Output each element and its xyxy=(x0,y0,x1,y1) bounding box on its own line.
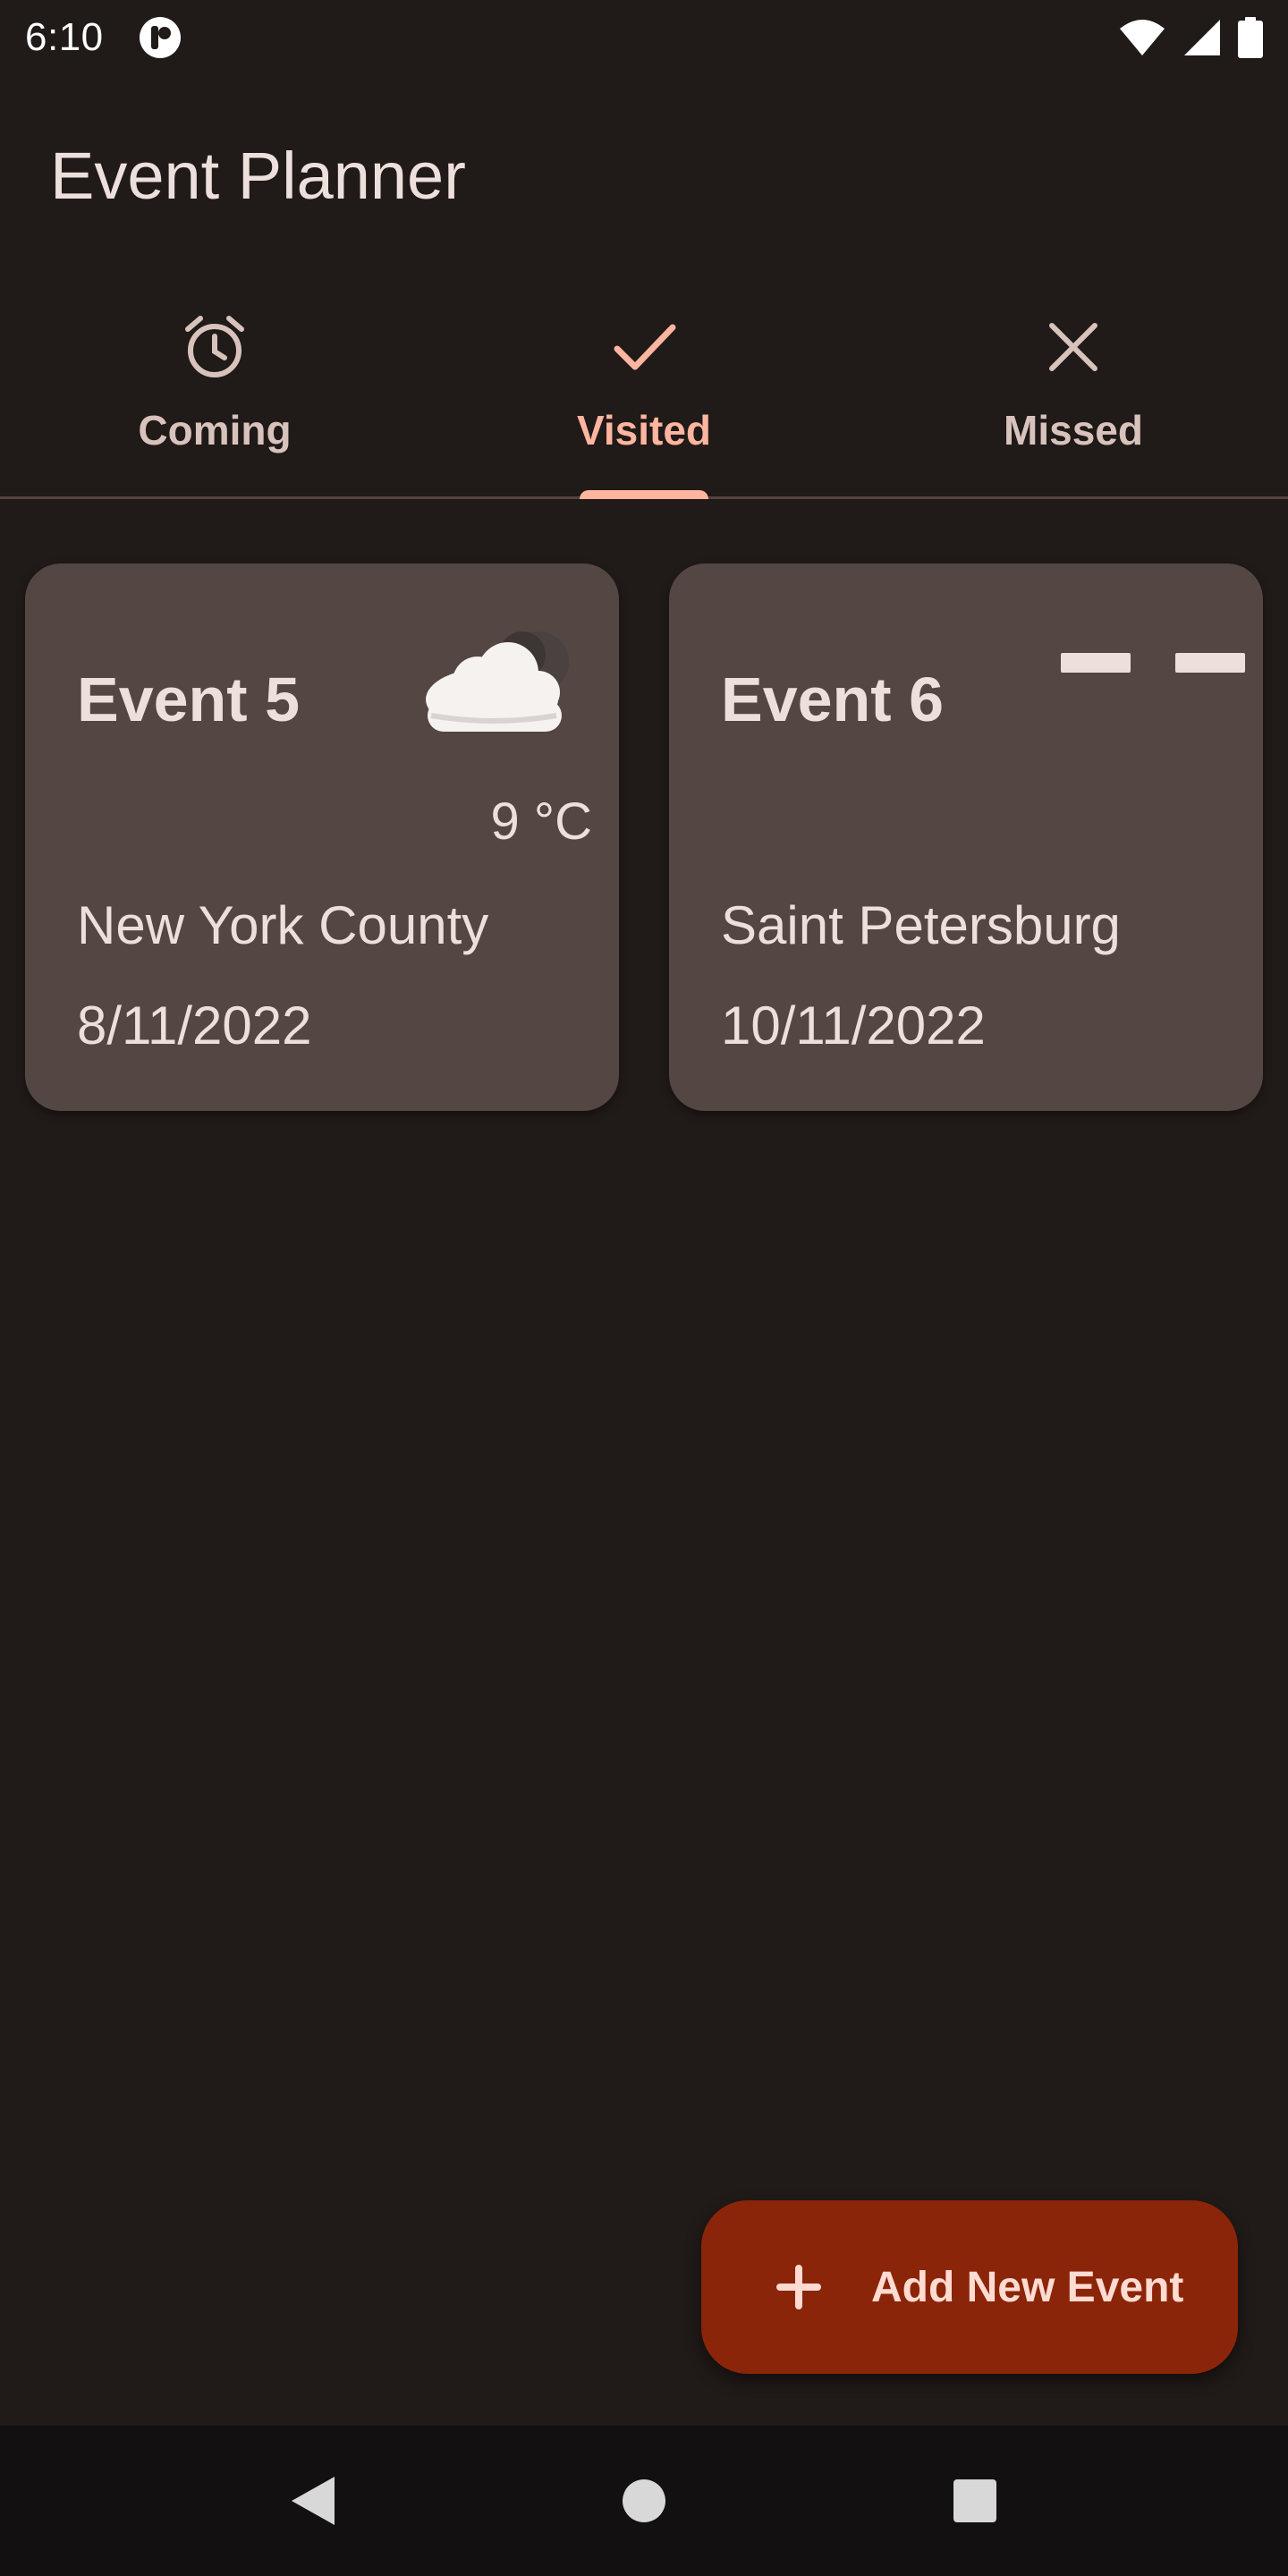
app-bar: Event Planner xyxy=(0,75,1288,281)
tab-label: Coming xyxy=(138,407,292,453)
event-title: Event 5 xyxy=(77,665,300,734)
add-new-event-button[interactable]: Add New Event xyxy=(701,2200,1238,2374)
battery-icon xyxy=(1238,17,1263,58)
tab-label: Visited xyxy=(577,407,711,453)
dash xyxy=(1061,653,1131,673)
alarm-clock-icon xyxy=(185,316,244,377)
no-data-dashes xyxy=(1061,653,1245,673)
plus-icon xyxy=(776,2265,821,2309)
home-button[interactable] xyxy=(608,2465,680,2537)
cloudy-night-icon xyxy=(426,631,569,732)
tab-coming[interactable]: Coming xyxy=(0,281,429,496)
check-icon xyxy=(614,324,676,370)
event-temperature: 9 °C xyxy=(490,792,592,851)
app-notification-icon xyxy=(139,17,181,58)
home-icon xyxy=(623,2479,665,2522)
back-icon xyxy=(292,2477,335,2525)
fab-label: Add New Event xyxy=(871,2263,1184,2311)
page-title: Event Planner xyxy=(50,139,466,213)
event-date: 8/11/2022 xyxy=(77,996,312,1055)
tab-indicator xyxy=(580,490,708,499)
status-bar: 6:10 xyxy=(0,0,1288,75)
close-icon xyxy=(1049,323,1097,371)
recents-icon xyxy=(953,2479,996,2522)
tab-missed[interactable]: Missed xyxy=(859,281,1288,496)
recents-button[interactable] xyxy=(939,2465,1011,2537)
event-location: New York County xyxy=(77,895,489,955)
status-left: 6:10 xyxy=(25,15,182,60)
dash xyxy=(1175,653,1245,673)
wifi-icon xyxy=(1120,20,1165,55)
tab-label: Missed xyxy=(1004,407,1143,453)
event-title: Event 6 xyxy=(721,665,944,734)
status-time: 6:10 xyxy=(25,15,104,59)
signal-icon xyxy=(1184,20,1220,55)
event-list: Event 5 9 °C New York County 8/11/2022 E… xyxy=(25,564,1263,1111)
tab-bar: Coming Visited Missed xyxy=(0,281,1288,499)
event-card[interactable]: Event 6 Saint Petersburg 10/11/2022 xyxy=(669,564,1263,1111)
system-nav-bar xyxy=(0,2426,1288,2576)
back-button[interactable] xyxy=(277,2465,349,2537)
tab-visited[interactable]: Visited xyxy=(429,281,859,499)
event-location: Saint Petersburg xyxy=(721,895,1121,955)
event-date: 10/11/2022 xyxy=(721,996,986,1055)
status-right xyxy=(1118,17,1263,58)
event-card[interactable]: Event 5 9 °C New York County 8/11/2022 xyxy=(25,564,619,1111)
